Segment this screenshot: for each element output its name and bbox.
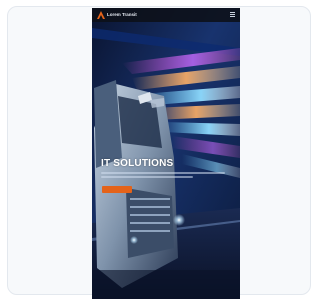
brand-logo-icon[interactable] xyxy=(97,11,105,19)
hero-headline: IT SOLUTIONS xyxy=(101,158,174,169)
mobile-preview: Lorem Transit IT SOLUTIONS xyxy=(92,8,240,299)
hero-cta-button[interactable] xyxy=(102,186,132,193)
brand-name[interactable]: Lorem Transit xyxy=(107,11,137,19)
truck-hero-image xyxy=(92,8,240,299)
hero-subtext-line xyxy=(101,176,193,178)
hero-subtext-line xyxy=(101,172,225,174)
hamburger-menu-icon[interactable] xyxy=(230,12,235,18)
top-navigation-bar: Lorem Transit xyxy=(92,8,240,22)
